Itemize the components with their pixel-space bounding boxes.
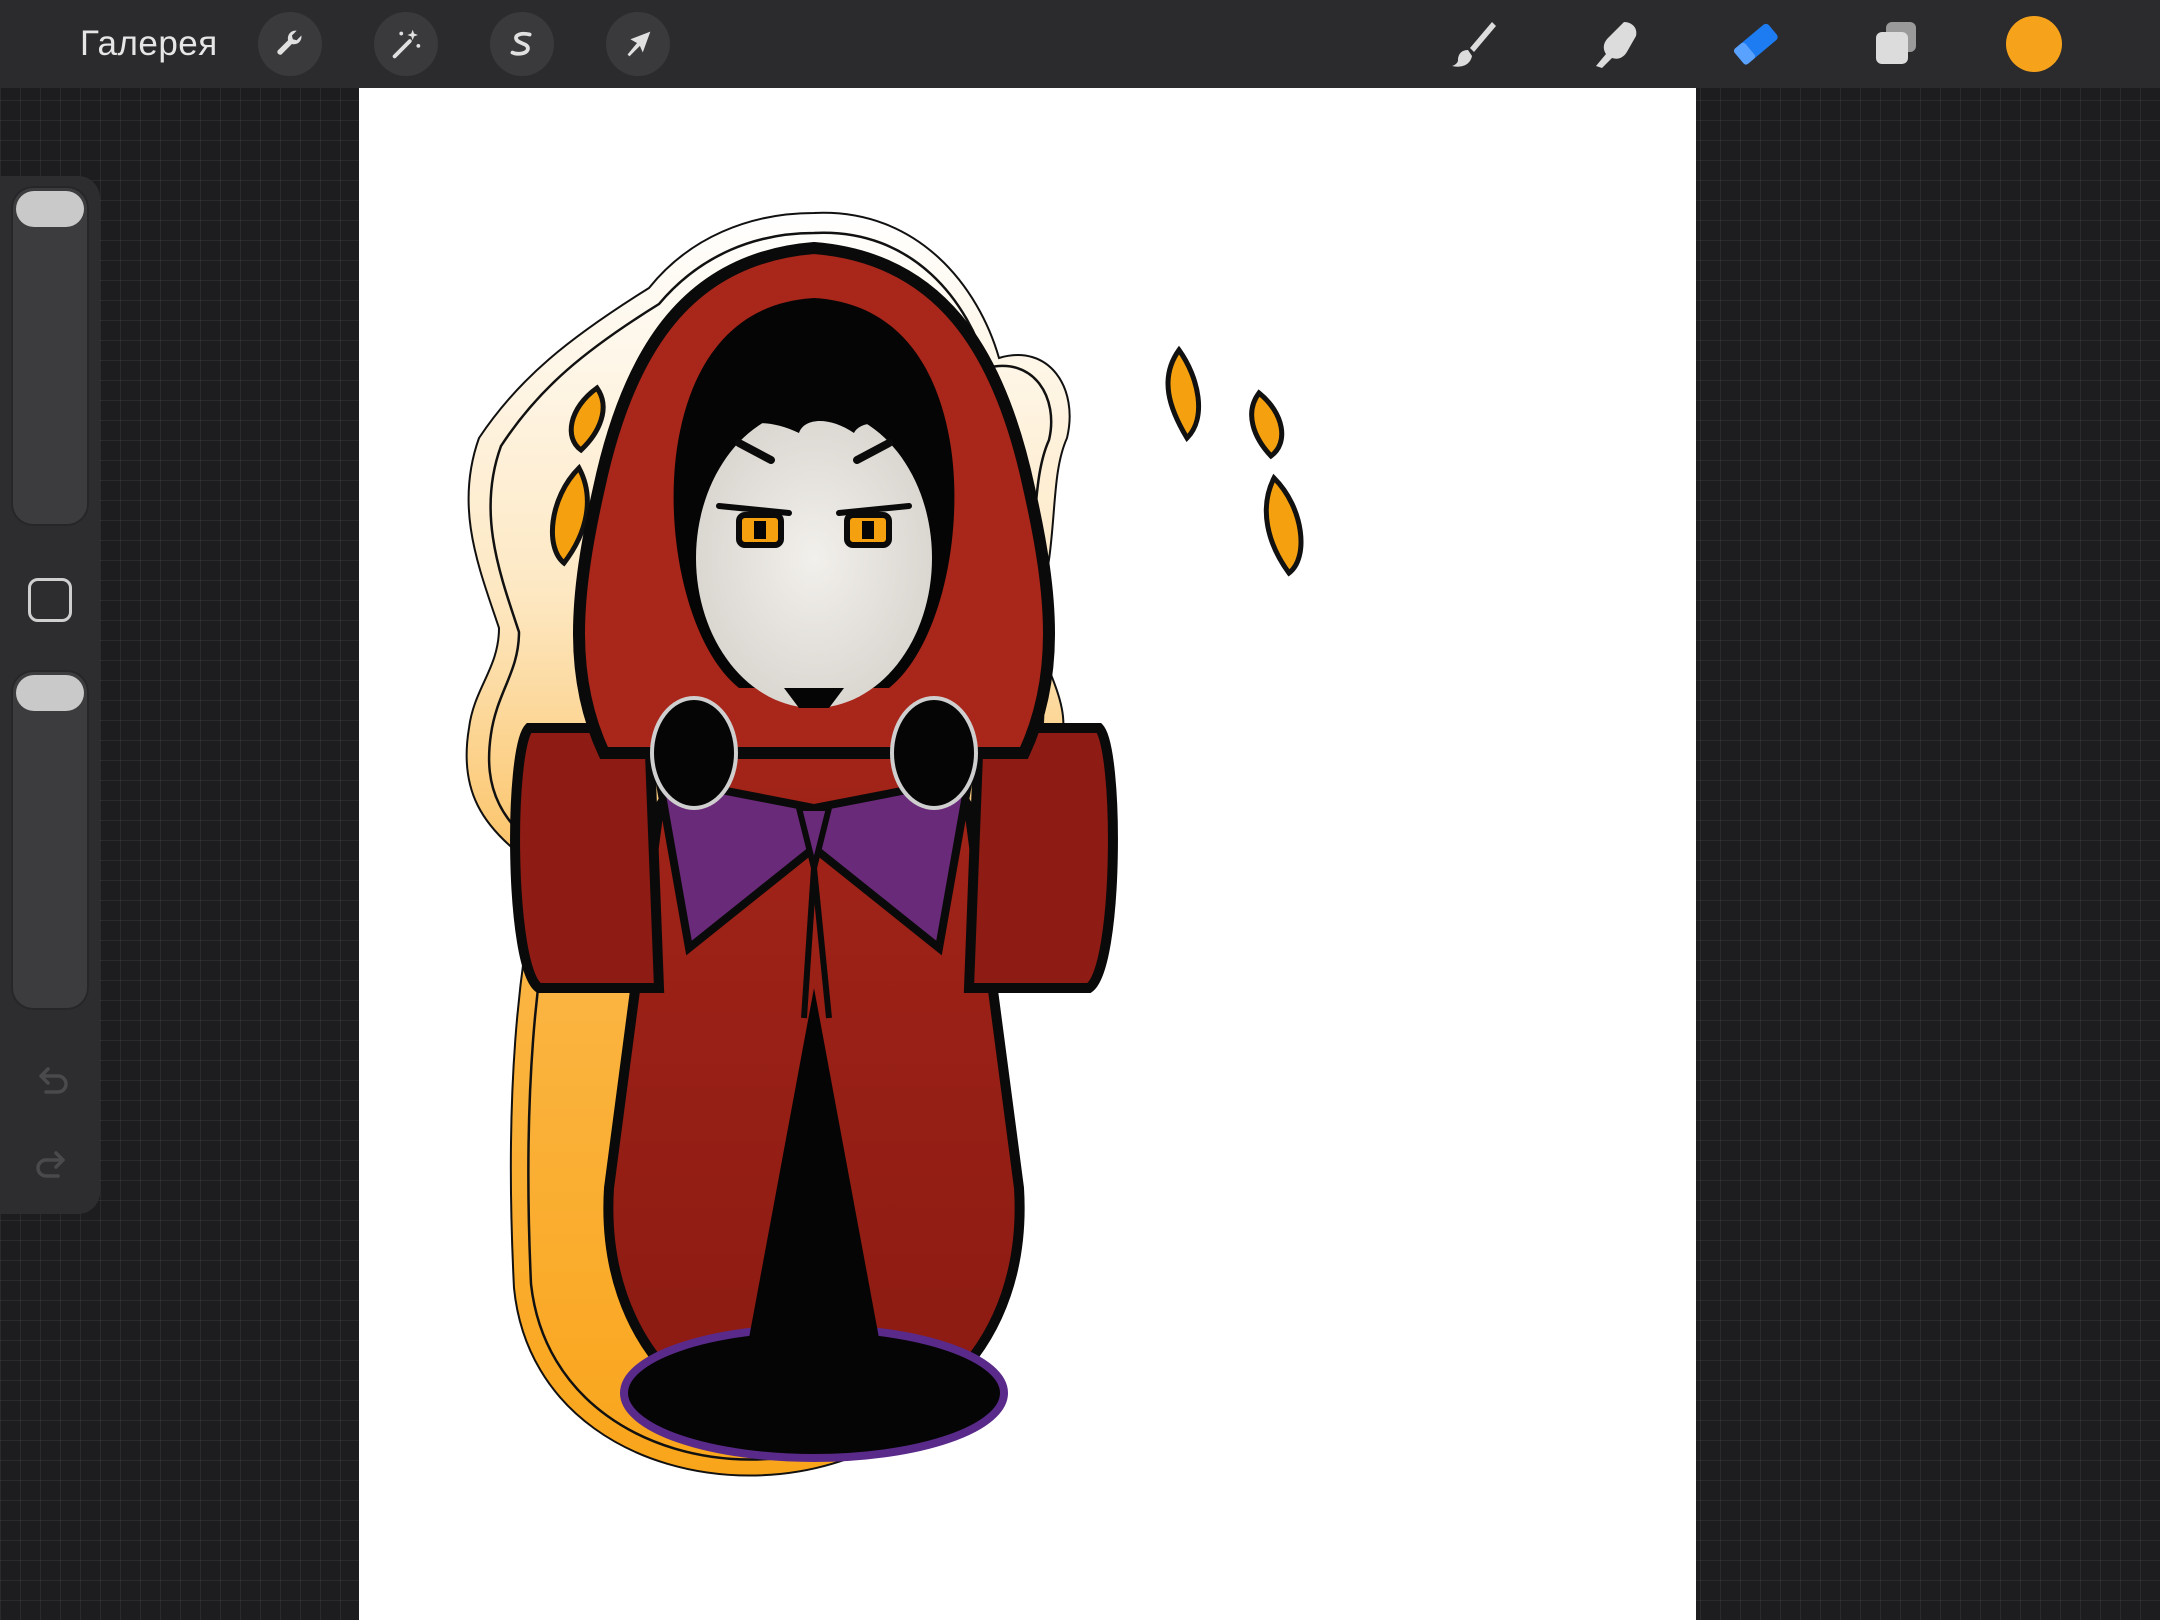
brush-size-slider[interactable] xyxy=(11,186,89,526)
redo-arrow-icon xyxy=(36,1151,65,1178)
eraser-tool-button[interactable] xyxy=(1726,14,1786,74)
arrow-cursor-icon xyxy=(627,31,651,57)
smudge-finger-icon xyxy=(1596,22,1637,68)
undo-button[interactable] xyxy=(26,1054,78,1106)
selection-s-icon xyxy=(510,31,532,56)
redo-button[interactable] xyxy=(26,1138,78,1190)
modify-button[interactable] xyxy=(28,578,72,622)
eraser-icon xyxy=(1733,23,1778,65)
layers-icon xyxy=(1876,22,1916,64)
adjustments-button[interactable] xyxy=(374,12,438,76)
wrench-icon xyxy=(277,30,302,55)
actions-button[interactable] xyxy=(258,12,322,76)
color-picker-button[interactable] xyxy=(2006,16,2062,72)
layers-button[interactable] xyxy=(1866,14,1926,74)
brush-size-thumb[interactable] xyxy=(16,191,84,227)
left-sidebar xyxy=(0,176,100,1214)
artwork-hooded-figure xyxy=(465,211,1304,1477)
gallery-button[interactable]: Галерея xyxy=(80,22,218,66)
transform-button[interactable] xyxy=(606,12,670,76)
top-toolbar: Галерея xyxy=(0,0,2160,88)
magic-wand-icon xyxy=(392,29,421,59)
smudge-tool-button[interactable] xyxy=(1586,14,1646,74)
brush-tool-button[interactable] xyxy=(1444,14,1504,74)
opacity-slider[interactable] xyxy=(11,670,89,1010)
brush-icon xyxy=(1452,22,1496,67)
opacity-thumb[interactable] xyxy=(16,675,84,711)
selection-button[interactable] xyxy=(490,12,554,76)
drawing-canvas[interactable] xyxy=(359,88,1696,1620)
undo-arrow-icon xyxy=(39,1067,68,1094)
